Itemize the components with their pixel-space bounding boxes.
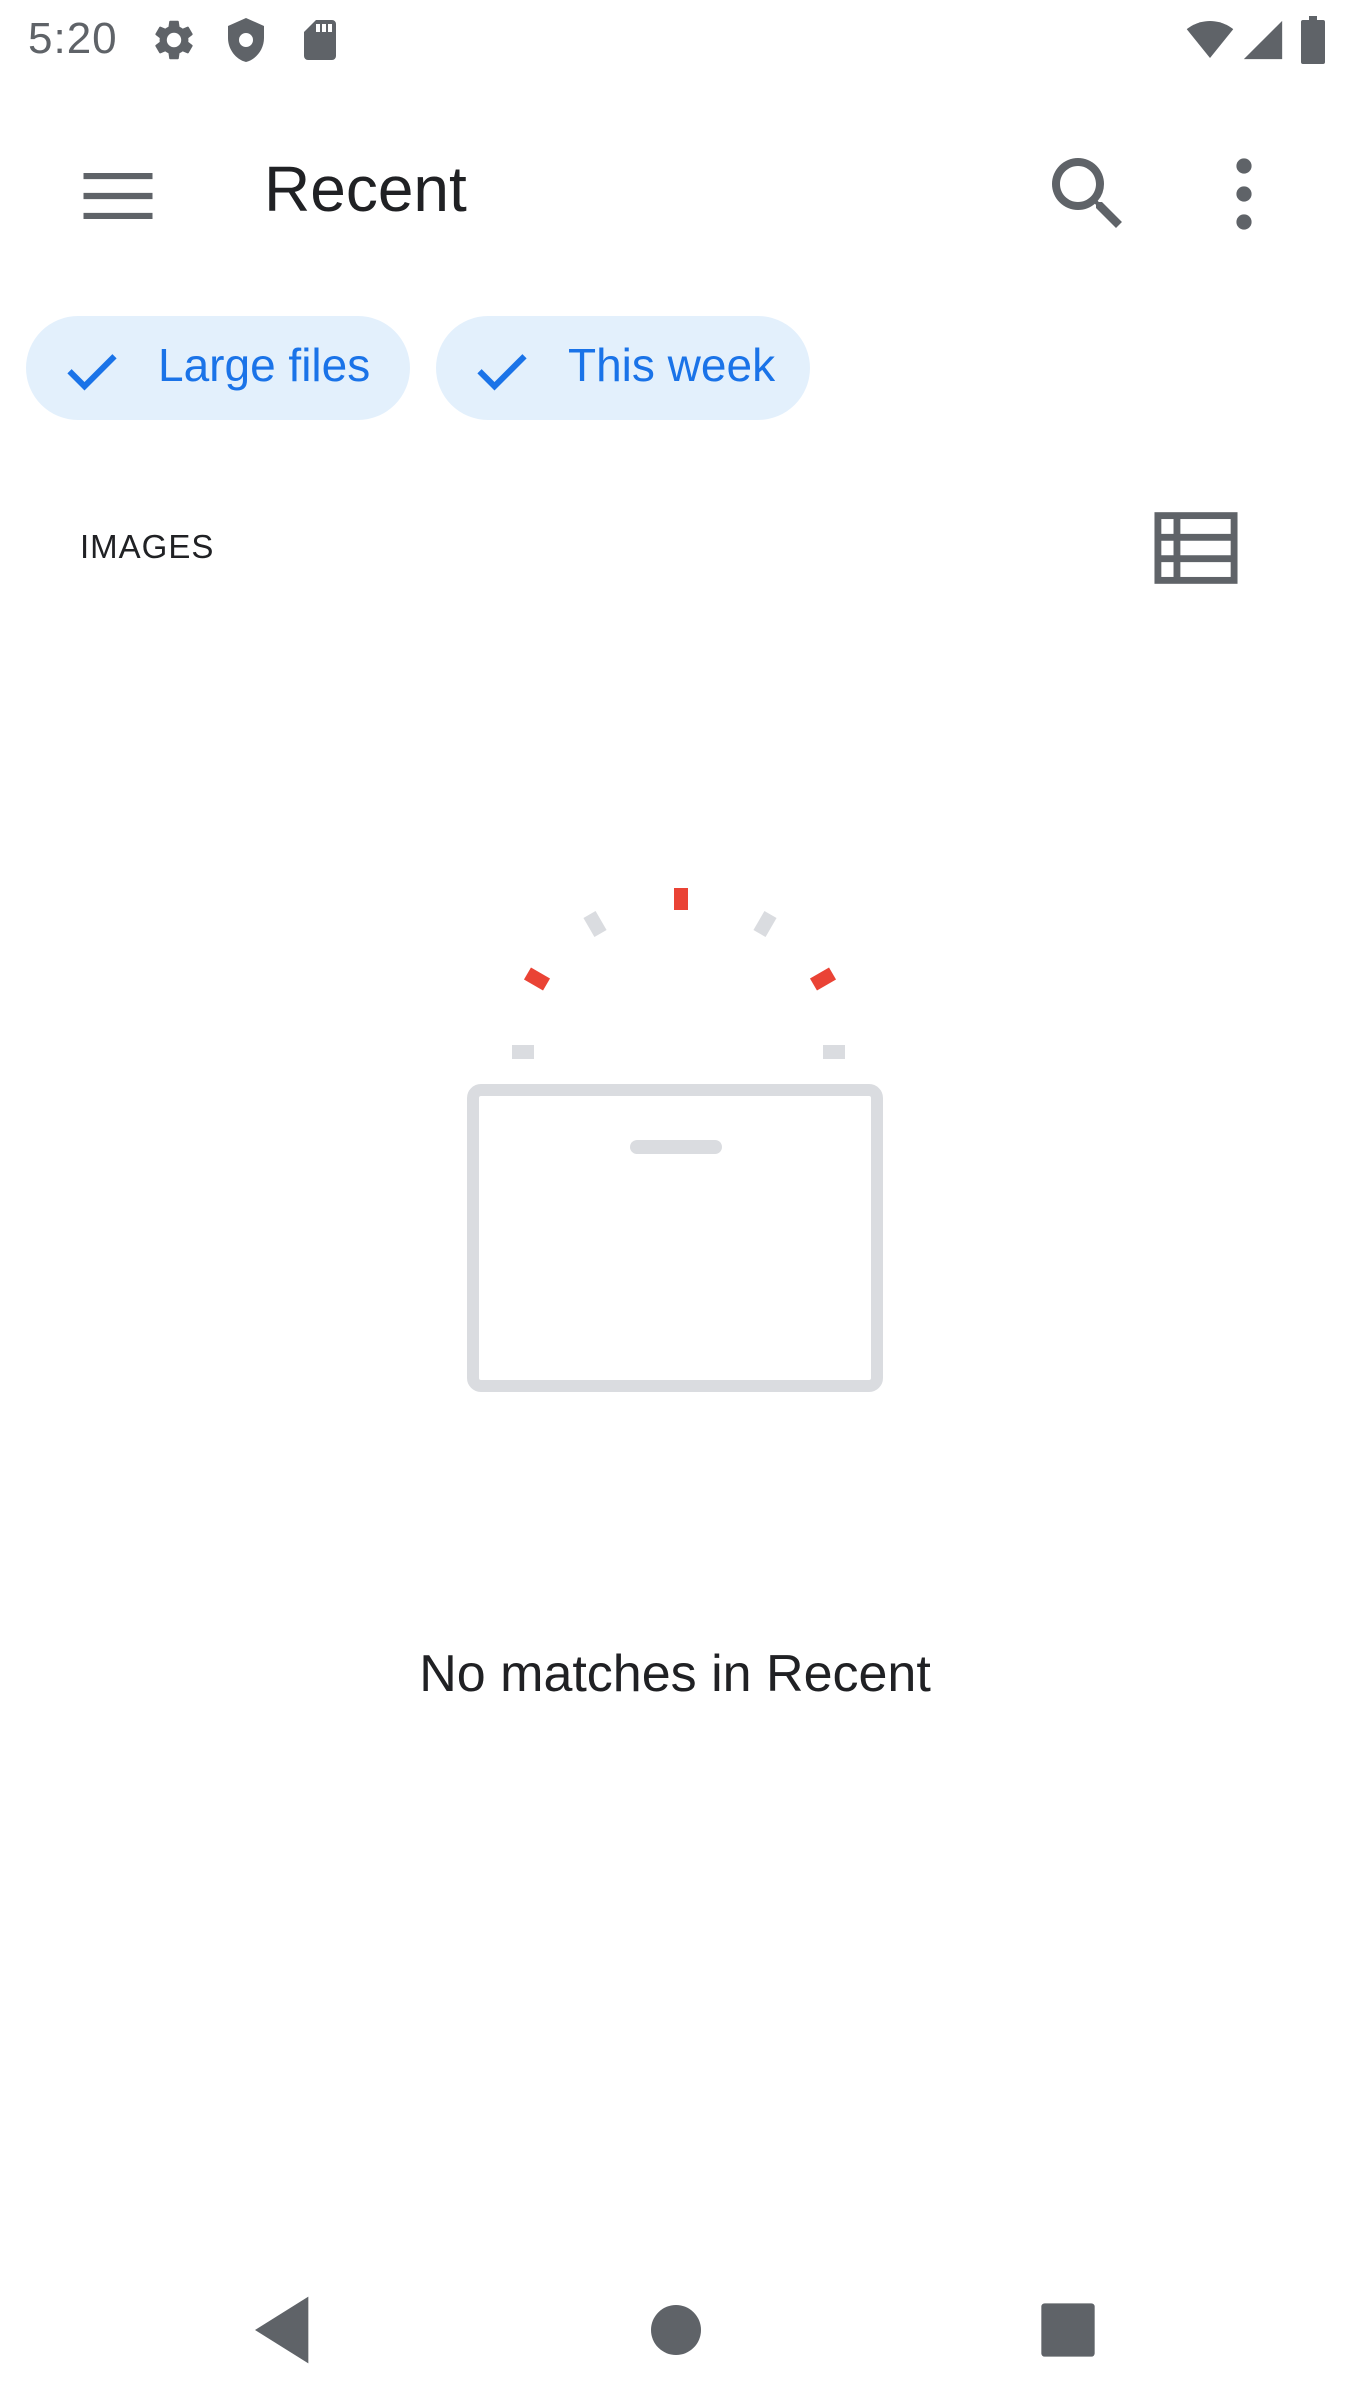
empty-box-illustration bbox=[467, 888, 883, 1392]
recents-icon bbox=[1041, 2303, 1095, 2357]
back-button[interactable] bbox=[245, 2290, 325, 2370]
section-label: IMAGES bbox=[80, 528, 215, 565]
view-toggle-button[interactable] bbox=[1150, 508, 1242, 588]
status-bar: 5:20 bbox=[0, 0, 1350, 80]
page-title: Recent bbox=[264, 153, 467, 225]
empty-box bbox=[467, 1084, 883, 1392]
status-time: 5:20 bbox=[28, 14, 118, 63]
more-vert-icon bbox=[1236, 158, 1252, 230]
spark-gray bbox=[512, 1045, 534, 1059]
chip-this-week[interactable]: This week bbox=[436, 316, 810, 420]
spark-red bbox=[809, 967, 837, 991]
settings-icon bbox=[155, 20, 193, 60]
check-icon bbox=[477, 354, 527, 391]
app-bar: Recent bbox=[0, 80, 1350, 290]
recents-button[interactable] bbox=[1028, 2290, 1108, 2370]
empty-state-message: No matches in Recent bbox=[419, 1645, 931, 1703]
search-icon bbox=[1052, 158, 1122, 228]
chip-label: This week bbox=[568, 339, 776, 391]
sd-card-icon bbox=[304, 20, 336, 60]
list-view-icon bbox=[1154, 512, 1238, 584]
home-icon bbox=[651, 2305, 701, 2355]
spark-gray bbox=[753, 910, 777, 938]
wifi-icon bbox=[1186, 21, 1234, 58]
check-icon bbox=[67, 354, 117, 391]
back-icon bbox=[255, 2296, 309, 2364]
spark-gray bbox=[583, 910, 607, 938]
box-slot bbox=[630, 1140, 722, 1154]
spark-gray bbox=[823, 1045, 845, 1059]
battery-icon bbox=[1301, 16, 1325, 64]
spark-red bbox=[523, 967, 551, 991]
chip-label: Large files bbox=[158, 339, 371, 391]
system-nav-bar bbox=[0, 2260, 1350, 2400]
chip-large-files[interactable]: Large files bbox=[26, 316, 410, 420]
search-button[interactable] bbox=[1040, 146, 1136, 242]
menu-button[interactable] bbox=[72, 150, 164, 242]
more-options-button[interactable] bbox=[1196, 146, 1292, 242]
home-button[interactable] bbox=[636, 2290, 716, 2370]
spark-red bbox=[674, 888, 688, 910]
shield-icon bbox=[228, 18, 264, 62]
menu-icon bbox=[83, 173, 153, 219]
cell-signal-icon bbox=[1243, 20, 1283, 60]
